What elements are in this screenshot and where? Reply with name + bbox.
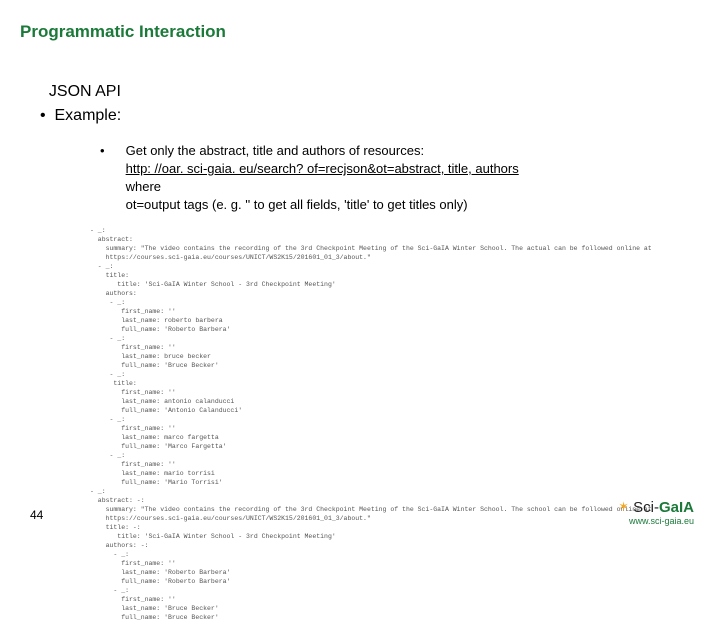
logo-url: www.sci-gaia.eu bbox=[618, 516, 694, 526]
bullet-text-1: JSON API bbox=[49, 83, 121, 100]
sub-bullet-text: Get only the abstract, title and authors… bbox=[126, 142, 519, 214]
bullet-text-2: Example: bbox=[55, 107, 122, 124]
sub-bullet: • Get only the abstract, title and autho… bbox=[100, 142, 700, 214]
content-area: JSON API • Example: • Get only the abstr… bbox=[40, 80, 700, 214]
logo-gal: GaIA bbox=[659, 499, 694, 516]
bullet-dot: • bbox=[100, 142, 122, 160]
bullet-example: • Example: bbox=[40, 104, 700, 128]
sub-line-4: ot=output tags (e. g. '' to get all fiel… bbox=[126, 197, 468, 212]
sub-line-1: Get only the abstract, title and authors… bbox=[126, 143, 424, 158]
sub-line-3: where bbox=[126, 179, 161, 194]
api-url-link[interactable]: http: //oar. sci-gaia. eu/search? of=rec… bbox=[126, 161, 519, 176]
json-output-sample: - _: abstract: summary: "The video conta… bbox=[90, 226, 652, 622]
page-number: 44 bbox=[30, 508, 43, 522]
logo-text: ✶ Sci-GaIA bbox=[618, 499, 694, 516]
bullet-json-api: JSON API bbox=[40, 80, 700, 104]
slide-title: Programmatic Interaction bbox=[20, 22, 226, 42]
logo-sci: Sci bbox=[633, 499, 654, 516]
footer-logo: ✶ Sci-GaIA www.sci-gaia.eu bbox=[618, 499, 694, 526]
star-icon: ✶ bbox=[618, 499, 629, 515]
